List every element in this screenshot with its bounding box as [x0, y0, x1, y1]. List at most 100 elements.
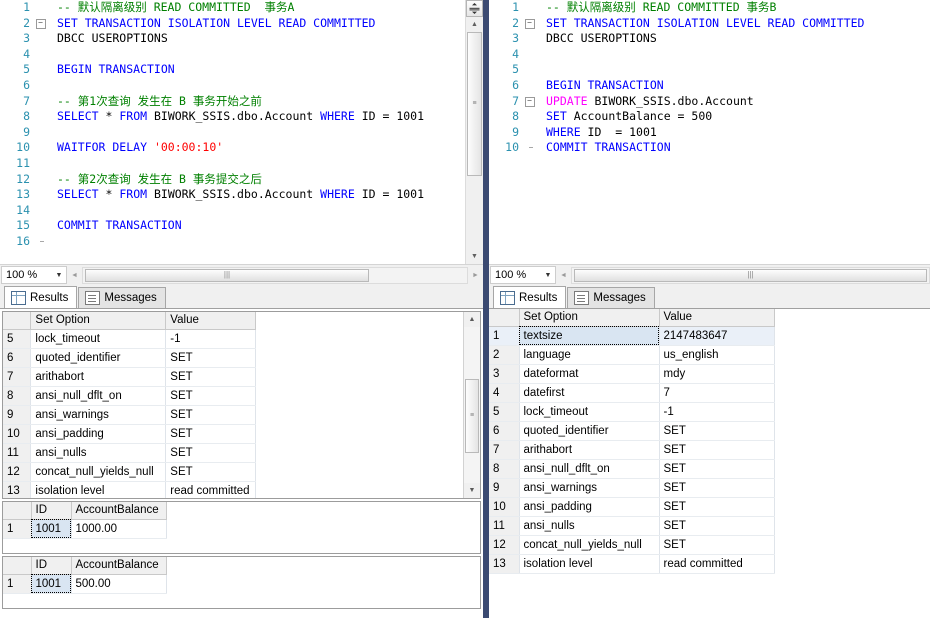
grid-left-scroll-thumb[interactable]: ≡ [465, 379, 479, 453]
column-header[interactable] [3, 557, 31, 574]
row-number[interactable]: 1 [3, 574, 31, 593]
fold-marker[interactable]: − [34, 16, 47, 32]
table-cell[interactable]: 1001 [31, 519, 71, 538]
table-row[interactable]: 2languageus_english [489, 345, 924, 364]
column-header[interactable]: Value [659, 309, 774, 326]
tab-results-left[interactable]: Results [4, 286, 77, 308]
table-row[interactable]: 9ansi_warningsSET [489, 478, 924, 497]
table-cell[interactable]: 500.00 [71, 574, 166, 593]
code-text[interactable] [51, 234, 465, 250]
fold-marker[interactable]: − [523, 16, 536, 32]
table-cell[interactable]: ansi_warnings [31, 405, 166, 424]
code-text[interactable]: BEGIN TRANSACTION [51, 62, 465, 78]
editor-right-hscroll-track[interactable]: ||| [571, 267, 930, 284]
code-text[interactable]: -- 第2次查询 发生在 B 事务提交之后 [51, 172, 465, 188]
code-line[interactable]: 5BEGIN TRANSACTION [0, 62, 465, 78]
table-cell[interactable]: datefirst [519, 383, 659, 402]
table-cell[interactable]: dateformat [519, 364, 659, 383]
code-line[interactable]: 1-- 默认隔离级别 READ COMMITTED 事务A [0, 0, 465, 16]
table-cell[interactable]: SET [166, 348, 256, 367]
row-number[interactable]: 4 [489, 383, 519, 402]
row-number[interactable]: 6 [489, 421, 519, 440]
row-number[interactable]: 5 [3, 329, 31, 348]
results-grid-useroptions-left[interactable]: Set OptionValue5lock_timeout-16quoted_id… [2, 311, 481, 499]
code-line[interactable]: 7−UPDATE BIWORK_SSIS.dbo.Account [489, 94, 930, 110]
table-row[interactable]: 7arithabortSET [3, 367, 463, 386]
tab-messages-left[interactable]: Messages [78, 287, 165, 308]
table-row[interactable]: 5lock_timeout-1 [3, 329, 463, 348]
code-text[interactable]: SET TRANSACTION ISOLATION LEVEL READ COM… [51, 16, 465, 32]
table-cell[interactable]: SET [659, 497, 774, 516]
table-cell[interactable]: SET [166, 424, 256, 443]
code-text[interactable] [51, 203, 465, 219]
code-text[interactable]: COMMIT TRANSACTION [540, 140, 930, 156]
code-text[interactable]: -- 默认隔离级别 READ COMMITTED 事务B [540, 0, 930, 16]
code-text[interactable]: SELECT * FROM BIWORK_SSIS.dbo.Account WH… [51, 109, 465, 125]
table-row[interactable]: 110011000.00 [3, 519, 466, 538]
code-line[interactable]: 2−SET TRANSACTION ISOLATION LEVEL READ C… [0, 16, 465, 32]
code-line[interactable]: 6 [0, 78, 465, 94]
table-cell[interactable]: ansi_warnings [519, 478, 659, 497]
code-line[interactable]: 12-- 第2次查询 发生在 B 事务提交之后 [0, 172, 465, 188]
code-line[interactable]: 9 [0, 125, 465, 141]
code-text[interactable]: DBCC USEROPTIONS [51, 31, 465, 47]
split-editor-icon[interactable] [466, 0, 483, 17]
row-number[interactable]: 10 [3, 424, 31, 443]
editor-left-hscroll-thumb[interactable]: ||| [85, 269, 369, 282]
table-cell[interactable]: us_english [659, 345, 774, 364]
column-header[interactable]: ID [31, 557, 71, 574]
row-number[interactable]: 3 [489, 364, 519, 383]
table-cell[interactable]: lock_timeout [31, 329, 166, 348]
editor-left-hscroll-right[interactable]: ► [468, 267, 483, 284]
table-row[interactable]: 11ansi_nullsSET [3, 443, 463, 462]
sql-code-left[interactable]: 1-- 默认隔离级别 READ COMMITTED 事务A2−SET TRANS… [0, 0, 465, 250]
useroptions-table-right[interactable]: Set OptionValue1textsize21474836472langu… [489, 309, 924, 574]
code-line[interactable]: 14 [0, 203, 465, 219]
sql-editor-left-text[interactable]: 1-- 默认隔离级别 READ COMMITTED 事务A2−SET TRANS… [0, 0, 465, 264]
code-line[interactable]: 4 [0, 47, 465, 63]
code-text[interactable]: WHERE ID = 1001 [540, 125, 930, 141]
table-cell[interactable]: 7 [659, 383, 774, 402]
table-row[interactable]: 11001500.00 [3, 574, 466, 593]
code-text[interactable]: COMMIT TRANSACTION [51, 218, 465, 234]
table-row[interactable]: 10ansi_paddingSET [3, 424, 463, 443]
table-cell[interactable]: read committed [659, 554, 774, 573]
table-cell[interactable]: ansi_nulls [519, 516, 659, 535]
chevron-down-icon[interactable]: ▼ [52, 272, 66, 279]
table-cell[interactable]: ansi_padding [31, 424, 166, 443]
table-cell[interactable]: SET [659, 478, 774, 497]
table-cell[interactable]: arithabort [31, 367, 166, 386]
code-line[interactable]: 3DBCC USEROPTIONS [0, 31, 465, 47]
table-cell[interactable]: ansi_nulls [31, 443, 166, 462]
table-cell[interactable]: SET [659, 459, 774, 478]
row-number[interactable]: 8 [3, 386, 31, 405]
table-row[interactable]: 5lock_timeout-1 [489, 402, 924, 421]
table-cell[interactable]: SET [166, 405, 256, 424]
account-table-after[interactable]: IDAccountBalance11001500.00 [3, 557, 466, 594]
table-cell[interactable]: read committed [166, 481, 256, 498]
table-row[interactable]: 6quoted_identifierSET [3, 348, 463, 367]
column-header[interactable]: Set Option [519, 309, 659, 326]
column-header[interactable] [489, 309, 519, 326]
table-row[interactable]: 7arithabortSET [489, 440, 924, 459]
table-row[interactable]: 12concat_null_yields_nullSET [489, 535, 924, 554]
table-row[interactable]: 6quoted_identifierSET [489, 421, 924, 440]
column-header[interactable] [3, 312, 31, 329]
table-cell[interactable]: mdy [659, 364, 774, 383]
table-cell[interactable]: arithabort [519, 440, 659, 459]
results-grid-useroptions-right[interactable]: Set OptionValue1textsize21474836472langu… [489, 309, 930, 614]
code-text[interactable]: BEGIN TRANSACTION [540, 78, 930, 94]
editor-right-zoom-select[interactable]: 100 % ▼ [490, 266, 556, 284]
row-number[interactable]: 10 [489, 497, 519, 516]
table-cell[interactable]: ansi_padding [519, 497, 659, 516]
code-line[interactable]: 11 [0, 156, 465, 172]
table-cell[interactable]: -1 [166, 329, 256, 348]
code-text[interactable]: SET TRANSACTION ISOLATION LEVEL READ COM… [540, 16, 930, 32]
table-row[interactable]: 13isolation levelread committed [489, 554, 924, 573]
row-number[interactable]: 9 [3, 405, 31, 424]
tab-messages-right[interactable]: Messages [567, 287, 654, 308]
code-text[interactable] [51, 78, 465, 94]
code-text[interactable]: SET AccountBalance = 500 [540, 109, 930, 125]
table-cell[interactable]: SET [659, 440, 774, 459]
code-line[interactable]: 8SELECT * FROM BIWORK_SSIS.dbo.Account W… [0, 109, 465, 125]
